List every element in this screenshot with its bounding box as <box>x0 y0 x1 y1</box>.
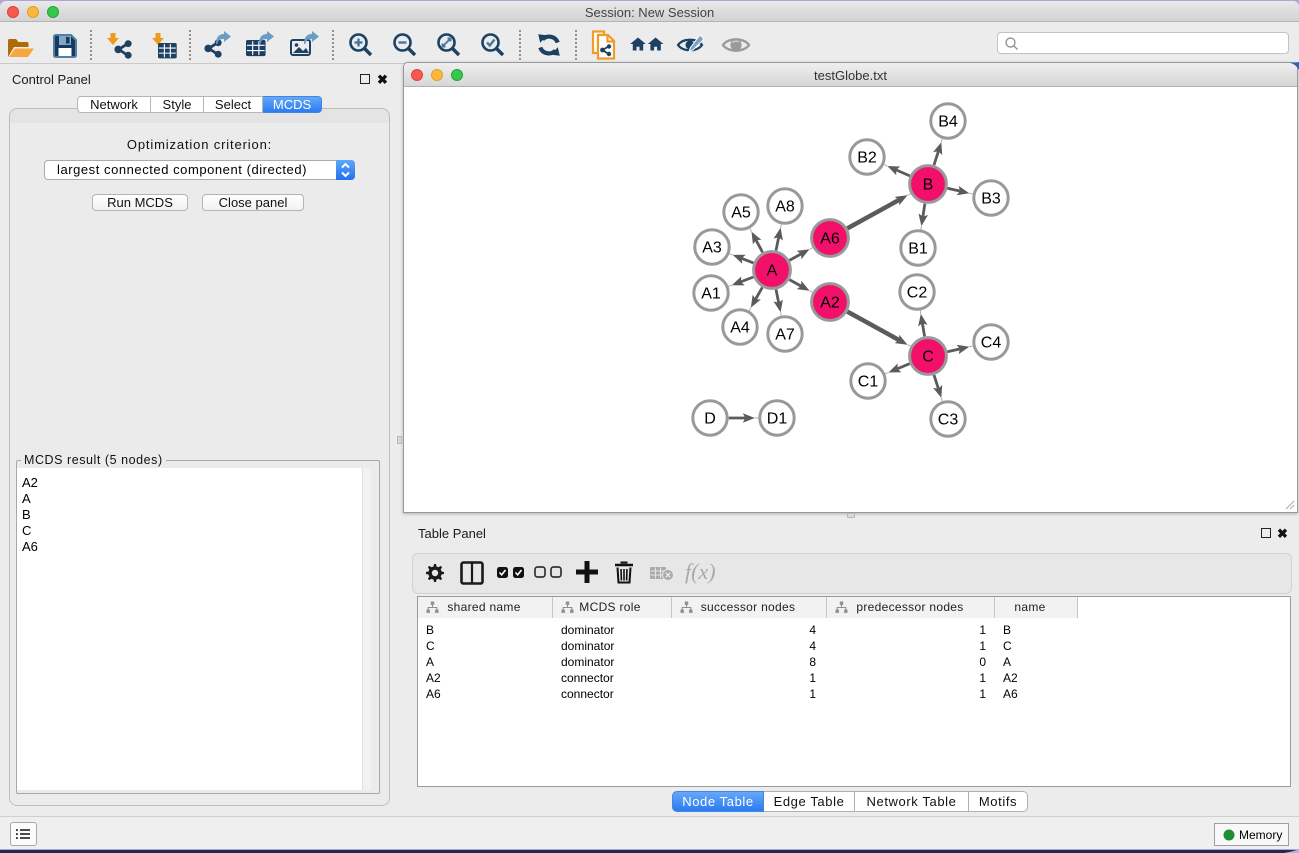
svg-text:B2: B2 <box>857 150 877 167</box>
svg-text:C4: C4 <box>981 335 1002 352</box>
svg-text:D1: D1 <box>767 411 788 428</box>
svg-text:A3: A3 <box>702 240 722 257</box>
svg-text:A4: A4 <box>730 320 750 337</box>
svg-text:B1: B1 <box>908 241 928 258</box>
svg-text:B3: B3 <box>981 191 1001 208</box>
svg-text:A1: A1 <box>701 286 721 303</box>
svg-text:A8: A8 <box>775 199 795 216</box>
svg-text:C2: C2 <box>907 285 928 302</box>
svg-text:B4: B4 <box>938 114 958 131</box>
svg-text:B: B <box>923 177 934 194</box>
svg-text:A6: A6 <box>820 231 840 248</box>
svg-text:A2: A2 <box>820 295 840 312</box>
svg-text:A7: A7 <box>775 327 795 344</box>
svg-text:D: D <box>704 411 716 428</box>
svg-text:C: C <box>922 349 934 366</box>
svg-text:C1: C1 <box>858 374 879 391</box>
svg-text:A5: A5 <box>731 205 751 222</box>
svg-text:C3: C3 <box>938 412 959 429</box>
svg-text:A: A <box>767 263 778 280</box>
